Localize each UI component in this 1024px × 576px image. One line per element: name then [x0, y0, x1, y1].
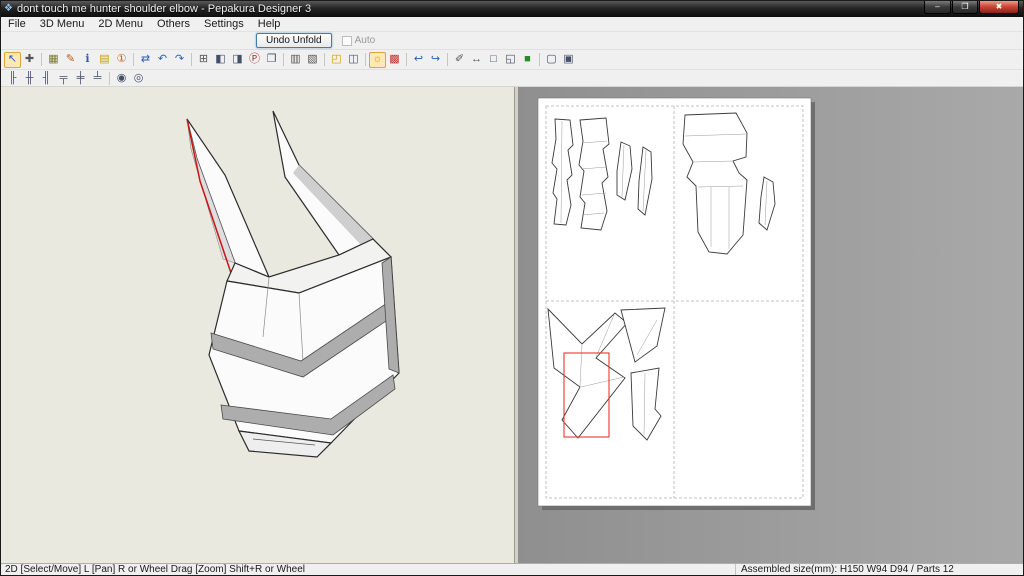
main-toolbar: ↖✚ ▦✎ℹ▤① ⇄↶↷ ⊞◧◨Ⓟ❐ ▥▧ ◰◫ ☼▩ ↩↪ ✐↔□◱■ ▢▣ [1, 50, 1023, 70]
menu-item-2d-menu[interactable]: 2D Menu [91, 17, 150, 32]
show-parts-cube-icon[interactable]: ■ [519, 52, 536, 68]
auto-checkbox[interactable] [342, 36, 352, 46]
toolbar-separator [447, 53, 448, 66]
print-order-icon[interactable]: ① [113, 52, 130, 68]
rotate-right-icon[interactable]: ↷ [171, 52, 188, 68]
align-left-icon[interactable]: ╟ [4, 70, 21, 86]
unfold-toolbar: Undo Unfold Auto [1, 32, 1023, 50]
rotate-left-icon[interactable]: ↶ [154, 52, 171, 68]
view-3d-pane[interactable] [1, 87, 515, 563]
statusbar-hint: 2D [Select/Move] L [Pan] R or Wheel Drag… [1, 564, 735, 575]
frame-left-icon[interactable]: ◧ [212, 52, 229, 68]
toolbar-separator [133, 53, 134, 66]
undo-unfold-button[interactable]: Undo Unfold [256, 33, 332, 48]
menu-item-settings[interactable]: Settings [197, 17, 251, 32]
view-2d-pane[interactable] [518, 87, 1023, 563]
flip-pattern-icon[interactable]: ⇄ [137, 52, 154, 68]
app-window: ❖ dont touch me hunter shoulder elbow - … [0, 0, 1024, 576]
single-window-icon[interactable]: ▢ [543, 52, 560, 68]
menubar: File3D Menu2D MenuOthersSettingsHelp [1, 17, 1023, 32]
undo-icon[interactable]: ↩ [410, 52, 427, 68]
model-info-icon[interactable]: ℹ [79, 52, 96, 68]
page-setup-icon[interactable]: ▤ [96, 52, 113, 68]
sync-views-icon[interactable]: ◉ [113, 70, 130, 86]
align-horizontal-center-icon[interactable]: ╫ [21, 70, 38, 86]
model-3d-canvas[interactable] [1, 87, 515, 563]
show-3d-box-icon[interactable]: □ [485, 52, 502, 68]
toolbar-separator [539, 53, 540, 66]
align-toolbar: ╟╫╢╤╪╧ ◉◎ [1, 70, 1023, 87]
align-bottom-icon[interactable]: ╧ [89, 70, 106, 86]
titlebar: ❖ dont touch me hunter shoulder elbow - … [1, 1, 1023, 17]
measure-icon[interactable]: ↔ [468, 52, 485, 68]
layout-window-icon[interactable]: ◱ [502, 52, 519, 68]
texture-view-icon[interactable]: ▦ [45, 52, 62, 68]
menu-item-3d-menu[interactable]: 3D Menu [33, 17, 92, 32]
model-3d[interactable] [187, 111, 399, 457]
redo-icon[interactable]: ↪ [427, 52, 444, 68]
toolbar-separator [406, 53, 407, 66]
auto-checkbox-group: Auto [342, 35, 376, 46]
view-rotation-cube-icon[interactable]: ▩ [386, 52, 403, 68]
dual-window-icon[interactable]: ▣ [560, 52, 577, 68]
frame-right-icon[interactable]: ◨ [229, 52, 246, 68]
save-file-icon[interactable]: ◫ [345, 52, 362, 68]
statusbar: 2D [Select/Move] L [Pan] R or Wheel Drag… [1, 563, 1023, 575]
window-title: dont touch me hunter shoulder elbow - Pe… [17, 3, 311, 15]
edit-edge-tool-icon[interactable]: ✚ [21, 52, 38, 68]
align-top-icon[interactable]: ╤ [55, 70, 72, 86]
main-content [1, 87, 1023, 563]
align-vertical-center-icon[interactable]: ╪ [72, 70, 89, 86]
toolbar-separator [41, 53, 42, 66]
menu-item-others[interactable]: Others [150, 17, 197, 32]
close-button[interactable]: ✖ [979, 1, 1019, 14]
menu-item-help[interactable]: Help [251, 17, 288, 32]
auto-checkbox-label: Auto [355, 35, 376, 46]
toolbar-separator [283, 53, 284, 66]
minimize-button[interactable]: – [924, 1, 951, 14]
app-icon: ❖ [4, 4, 13, 14]
maximize-button[interactable]: ❐ [952, 1, 978, 14]
toolbar-separator [365, 53, 366, 66]
toolbar-separator [324, 53, 325, 66]
print-icon[interactable]: ▥ [287, 52, 304, 68]
pattern-2d-canvas[interactable] [518, 87, 1023, 563]
select-tool-icon[interactable]: ↖ [4, 52, 21, 68]
menu-item-file[interactable]: File [1, 17, 33, 32]
check-parts-icon[interactable]: ⊞ [195, 52, 212, 68]
window-controls: – ❐ ✖ [924, 1, 1019, 14]
toolbar-separator [191, 53, 192, 66]
statusbar-assembled-size: Assembled size(mm): H150 W94 D94 / Parts… [735, 564, 1023, 575]
page-sheet[interactable] [538, 98, 811, 506]
toolbar-separator [109, 72, 110, 85]
align-right-icon[interactable]: ╢ [38, 70, 55, 86]
zoom-sync-icon[interactable]: ◎ [130, 70, 147, 86]
image-export-icon[interactable]: ❐ [263, 52, 280, 68]
pattern-strip-2[interactable] [579, 118, 609, 230]
light-toggle-icon[interactable]: ☼ [369, 52, 386, 68]
print-preview-icon[interactable]: ▧ [304, 52, 321, 68]
edge-pen-icon[interactable]: ✐ [451, 52, 468, 68]
paint-tool-icon[interactable]: ✎ [62, 52, 79, 68]
open-folder-icon[interactable]: ◰ [328, 52, 345, 68]
pdf-export-icon[interactable]: Ⓟ [246, 52, 263, 68]
